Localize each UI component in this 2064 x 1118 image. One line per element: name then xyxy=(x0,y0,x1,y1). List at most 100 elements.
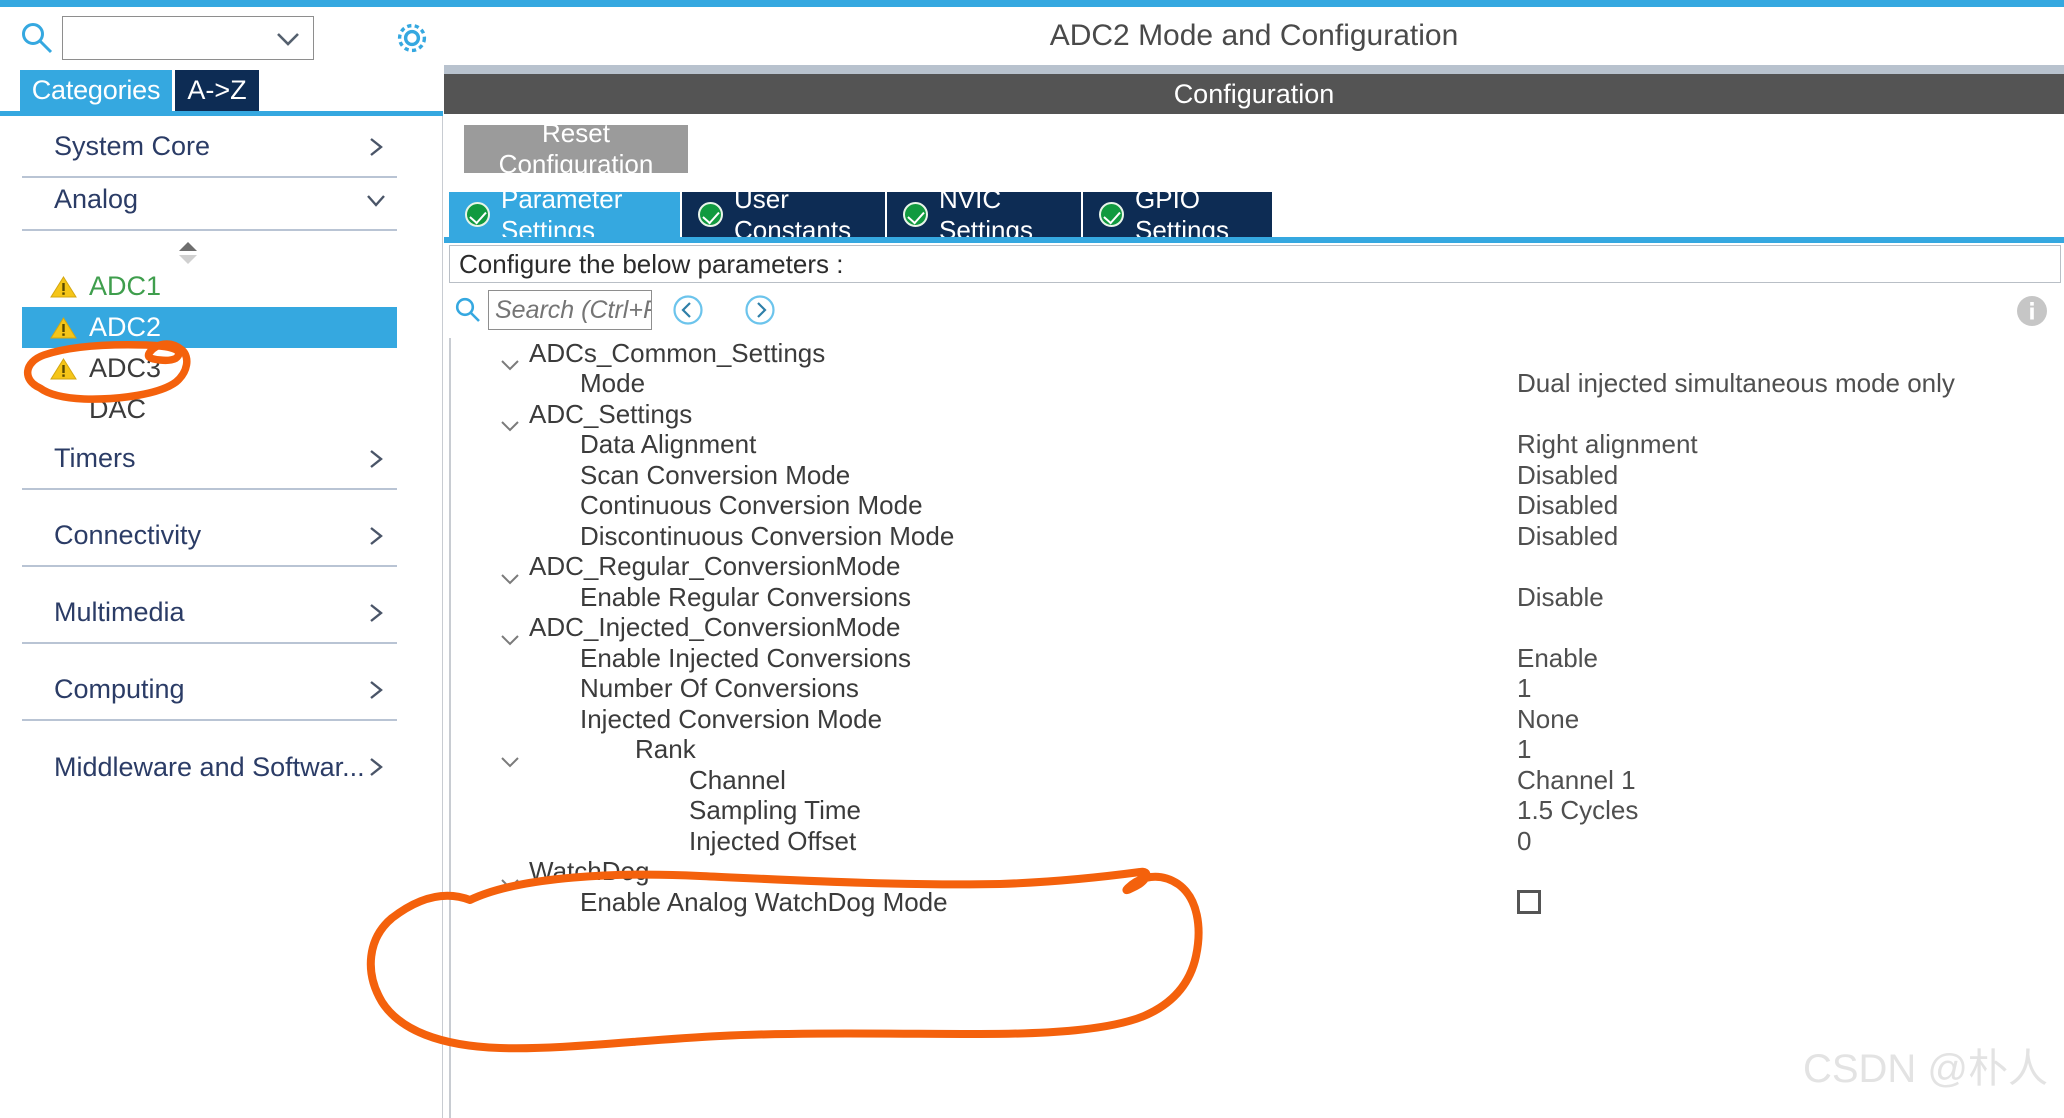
sidebar-item-adc2[interactable]: ADC2 xyxy=(22,307,397,348)
sidebar-item-multimedia[interactable]: Multimedia xyxy=(22,583,397,644)
param-value[interactable]: 1 xyxy=(1517,734,1531,765)
sidebar-tree: System Core Analog ADC1 ADC2 ADC3 DAC Ti… xyxy=(0,116,443,1118)
sidebar-tabs: Categories A->Z xyxy=(0,70,443,111)
table-row[interactable]: Enable Injected Conversions Enable xyxy=(449,643,2061,674)
param-name: Injected Offset xyxy=(689,825,857,856)
param-name: Enable Analog WatchDog Mode xyxy=(580,886,948,917)
scroll-spinner-icon[interactable] xyxy=(170,240,206,266)
table-row[interactable]: Continuous Conversion Mode Disabled xyxy=(449,490,2061,522)
sidebar-item-adc2-label: ADC2 xyxy=(89,312,162,342)
check-ok-icon xyxy=(465,202,490,227)
chevron-right-icon[interactable] xyxy=(365,447,387,471)
tab-a-to-z-label: A->Z xyxy=(187,75,247,105)
sidebar-item-middleware[interactable]: Middleware and Softwar... xyxy=(22,737,397,798)
param-name: Channel xyxy=(689,764,786,795)
param-value[interactable]: None xyxy=(1517,704,1579,735)
watermark: CSDN @朴人 xyxy=(1802,1047,2048,1091)
table-row[interactable]: ADC_Injected_ConversionMode xyxy=(449,612,2061,645)
param-name: Number Of Conversions xyxy=(580,673,859,704)
warning-triangle-icon xyxy=(50,275,77,299)
param-value[interactable]: Right alignment xyxy=(1517,429,1698,460)
param-value[interactable]: 1 xyxy=(1517,673,1531,704)
reset-configuration-button[interactable]: Reset Configuration xyxy=(464,118,688,179)
table-row[interactable]: ADC_Regular_ConversionMode xyxy=(449,551,2061,584)
sidebar-item-computing[interactable]: Computing xyxy=(22,660,397,721)
table-row[interactable]: Channel Channel 1 xyxy=(449,765,2061,796)
chevron-down-icon[interactable] xyxy=(275,31,301,47)
table-row[interactable]: Enable Regular Conversions Disable xyxy=(449,582,2061,613)
sidebar-item-adc3[interactable]: ADC3 xyxy=(22,348,397,389)
param-value[interactable]: Disabled xyxy=(1517,490,1618,521)
gear-icon[interactable] xyxy=(393,19,431,57)
chevron-right-icon[interactable] xyxy=(365,524,387,548)
chevron-left-circle-icon[interactable] xyxy=(672,294,704,326)
sidebar-item-adc1[interactable]: ADC1 xyxy=(22,266,397,307)
sidebar-item-analog[interactable]: Analog xyxy=(22,170,397,231)
chevron-down-icon[interactable] xyxy=(499,561,521,584)
table-row[interactable]: Discontinuous Conversion Mode Disabled xyxy=(449,521,2061,552)
param-name: Sampling Time xyxy=(689,795,861,826)
table-row[interactable]: Rank 1 xyxy=(449,734,2061,767)
table-row[interactable]: Scan Conversion Mode Disabled xyxy=(449,460,2061,491)
param-value[interactable]: Disable xyxy=(1517,582,1604,613)
chevron-down-icon[interactable] xyxy=(365,188,387,212)
param-name: Enable Injected Conversions xyxy=(580,642,911,673)
param-value[interactable]: Disabled xyxy=(1517,460,1618,491)
sidebar-item-computing-label: Computing xyxy=(54,674,185,704)
table-row[interactable]: Sampling Time 1.5 Cycles xyxy=(449,795,2061,827)
chevron-right-icon[interactable] xyxy=(365,678,387,702)
param-value[interactable]: 1.5 Cycles xyxy=(1517,795,1638,826)
table-row[interactable]: Number Of Conversions 1 xyxy=(449,673,2061,705)
tab-gpio-settings[interactable]: GPIO Settings xyxy=(1081,184,1272,245)
chevron-right-circle-icon[interactable] xyxy=(744,294,776,326)
tab-parameter-settings[interactable]: Parameter Settings xyxy=(449,184,680,245)
sidebar-item-system-core-label: System Core xyxy=(54,131,211,161)
sidebar-item-analog-label: Analog xyxy=(54,184,139,214)
param-name: Scan Conversion Mode xyxy=(580,459,851,490)
sidebar-item-adc1-label: ADC1 xyxy=(89,271,162,301)
sidebar-item-system-core[interactable]: System Core xyxy=(22,117,397,178)
parameter-tabbar: Parameter Settings User Constants NVIC S… xyxy=(444,184,2064,245)
tabbar-underline xyxy=(444,237,2064,243)
configuration-body: Reset Configuration Parameter Settings U… xyxy=(444,114,2064,1118)
table-row[interactable]: ADC_Settings xyxy=(449,399,2061,432)
tab-user-constants[interactable]: User Constants xyxy=(680,184,885,245)
configure-hint: Configure the below parameters : xyxy=(449,245,2061,283)
sidebar-item-timers[interactable]: Timers xyxy=(22,429,397,490)
chevron-down-icon[interactable] xyxy=(499,622,521,645)
sidebar-item-dac[interactable]: DAC xyxy=(22,389,397,430)
table-row[interactable]: ADCs_Common_Settings xyxy=(449,338,2061,371)
info-icon[interactable] xyxy=(2014,293,2050,329)
tab-nvic-settings[interactable]: NVIC Settings xyxy=(885,184,1081,245)
tab-categories-label: Categories xyxy=(31,75,161,105)
chevron-right-icon[interactable] xyxy=(365,135,387,159)
tab-categories[interactable]: Categories xyxy=(20,70,172,111)
chevron-right-icon[interactable] xyxy=(365,601,387,625)
page-title-text: ADC2 Mode and Configuration xyxy=(1049,19,1459,52)
param-value[interactable]: Enable xyxy=(1517,643,1598,674)
sidebar-item-connectivity[interactable]: Connectivity xyxy=(22,506,397,567)
chevron-down-icon[interactable] xyxy=(499,408,521,432)
parameter-search-input[interactable] xyxy=(488,290,652,330)
warning-triangle-icon xyxy=(50,316,77,340)
chevron-right-icon[interactable] xyxy=(365,755,387,779)
chevron-down-icon[interactable] xyxy=(499,347,521,371)
param-value[interactable]: Channel 1 xyxy=(1517,765,1636,796)
title-divider xyxy=(444,65,2064,74)
tab-a-to-z[interactable]: A->Z xyxy=(175,70,259,111)
table-row[interactable]: Enable Analog WatchDog Mode xyxy=(449,887,2061,918)
chevron-down-icon[interactable] xyxy=(499,866,521,889)
table-row[interactable]: Mode Dual injected simultaneous mode onl… xyxy=(449,368,2061,400)
param-value[interactable]: Dual injected simultaneous mode only xyxy=(1517,368,1955,399)
table-row[interactable]: Injected Offset 0 xyxy=(449,826,2061,857)
enable-analog-watchdog-checkbox[interactable] xyxy=(1517,890,1541,914)
configure-hint-text: Configure the below parameters : xyxy=(459,248,844,279)
table-row[interactable]: Data Alignment Right alignment xyxy=(449,429,2061,461)
sidebar-search-combobox[interactable] xyxy=(62,16,314,60)
table-row[interactable]: Injected Conversion Mode None xyxy=(449,704,2061,735)
table-row[interactable]: WatchDog xyxy=(449,856,2061,889)
chevron-down-icon[interactable] xyxy=(499,744,521,767)
search-icon xyxy=(20,21,54,55)
param-value[interactable]: 0 xyxy=(1517,826,1531,857)
param-value[interactable]: Disabled xyxy=(1517,521,1618,552)
